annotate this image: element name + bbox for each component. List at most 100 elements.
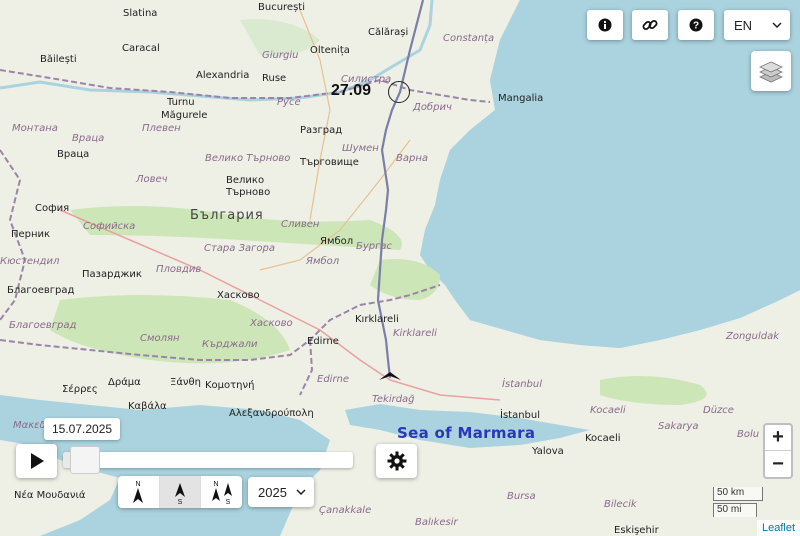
place-balikesir: Balıkesir bbox=[415, 517, 458, 528]
share-link-button[interactable] bbox=[632, 10, 668, 40]
place-stara-zagora: Стара Загора bbox=[204, 243, 275, 254]
place-kardzhali: Кърджали bbox=[202, 339, 258, 350]
place-edirne: Edirne bbox=[317, 374, 350, 385]
place-duzce: Düzce bbox=[703, 405, 734, 416]
place-kirklareli-city: Kırklareli bbox=[355, 314, 399, 325]
timeline-handle[interactable] bbox=[69, 446, 100, 474]
place-calarasi: Călărași bbox=[368, 27, 409, 38]
place-mangalia: Mangalia bbox=[498, 93, 544, 104]
place-smolyan: Смолян bbox=[140, 333, 180, 344]
zoom-in-button[interactable]: + bbox=[765, 425, 791, 451]
language-select[interactable]: EN bbox=[724, 10, 790, 40]
place-zonguldak: Zonguldak bbox=[726, 331, 780, 342]
settings-button[interactable] bbox=[376, 444, 417, 478]
place-vratsa-region: Враца bbox=[72, 133, 105, 144]
place-tekirdag: Tekirdağ bbox=[372, 394, 415, 405]
place-giurgiu: Giurgiu bbox=[262, 50, 299, 61]
place-burgas: Бургас bbox=[356, 241, 393, 252]
place-istanbul: İstanbul bbox=[500, 410, 541, 421]
year-select[interactable]: 2025 bbox=[248, 477, 314, 507]
place-pleven: Плевен bbox=[142, 123, 181, 134]
orientation-north-up[interactable]: N bbox=[118, 476, 160, 508]
place-slatina: Slatina bbox=[123, 8, 158, 19]
year-value: 2025 bbox=[258, 484, 287, 500]
help-button[interactable]: ? bbox=[678, 10, 714, 40]
place-istanbul-region: İstanbul bbox=[502, 379, 543, 390]
place-kocaeli: Kocaeli bbox=[585, 433, 621, 444]
place-pazardzhik: Пазарджик bbox=[82, 269, 142, 280]
place-xanthi: Ξάνθη bbox=[170, 377, 201, 388]
place-turnu: Turnu bbox=[167, 97, 195, 108]
place-blagoevgrad: Благоевград bbox=[9, 320, 77, 331]
place-yambol-city: Ямбол bbox=[320, 236, 354, 247]
place-veliko: Велико bbox=[226, 175, 265, 186]
attribution-link[interactable]: Leaflet bbox=[756, 520, 800, 536]
place-eskisehir: Eskişehir bbox=[614, 525, 659, 536]
chevron-down-icon bbox=[772, 22, 782, 28]
place-kocaeli-region: Kocaeli bbox=[590, 405, 626, 416]
current-position-circle[interactable] bbox=[388, 81, 410, 103]
play-icon bbox=[30, 453, 44, 469]
place-canakkale: Çanakkale bbox=[319, 505, 372, 516]
orientation-north-south[interactable]: N S bbox=[201, 476, 242, 508]
scale-mi: 50 mi bbox=[713, 503, 757, 517]
place-bailesti: Băilești bbox=[40, 54, 77, 65]
north-south-arrows-icon: N S bbox=[211, 481, 232, 505]
svg-text:?: ? bbox=[693, 21, 699, 32]
place-kyustendil: Кюстендил bbox=[0, 256, 60, 267]
place-bilecik: Bilecik bbox=[604, 499, 637, 510]
place-varna: Варна bbox=[396, 153, 429, 164]
chevron-down-icon bbox=[296, 489, 306, 495]
place-haskovo: Хасково bbox=[250, 318, 293, 329]
place-plovdiv: Пловдив bbox=[156, 264, 202, 275]
play-button[interactable] bbox=[16, 444, 57, 478]
place-bucuresti: București bbox=[258, 2, 305, 13]
place-magurele: Măgurele bbox=[161, 110, 208, 121]
place-sea-of-marmara: Sea of Marmara bbox=[397, 424, 536, 442]
place-caracal: Caracal bbox=[122, 43, 160, 54]
place-vratsa: Враца bbox=[57, 149, 90, 160]
place-yalova: Yalova bbox=[532, 446, 564, 457]
place-constanta: Constanța bbox=[443, 33, 495, 44]
svg-text:N: N bbox=[213, 481, 218, 488]
south-arrow-icon: S bbox=[175, 483, 185, 505]
info-icon bbox=[598, 18, 612, 32]
place-sakarya: Sakarya bbox=[658, 421, 699, 432]
place-pernik: Перник bbox=[11, 229, 51, 240]
place-shumen: Шумен bbox=[342, 143, 379, 154]
svg-text:S: S bbox=[225, 499, 230, 505]
place-ruse: Русе bbox=[277, 97, 301, 108]
place-alexandroupoli: Αλεξανδρούπολη bbox=[229, 408, 314, 419]
place-bursa: Bursa bbox=[507, 491, 536, 502]
place-sofia: София bbox=[35, 203, 70, 214]
orientation-label-s: S bbox=[178, 499, 183, 505]
place-alexandria: Alexandria bbox=[196, 70, 250, 81]
link-icon bbox=[642, 20, 658, 30]
place-veliko-tarnovo-region: Велико Търново bbox=[205, 153, 291, 164]
place-nea-moudania: Νέα Μουδανιά bbox=[14, 490, 86, 501]
orientation-label-n: N bbox=[136, 481, 141, 488]
place-dobrich: Добрич bbox=[413, 102, 452, 113]
place-yambol: Ямбол bbox=[306, 256, 340, 267]
place-montana: Монтана bbox=[12, 123, 58, 134]
place-bolu: Bolu bbox=[737, 429, 760, 440]
zoom-control: + − bbox=[763, 423, 793, 479]
zoom-out-button[interactable]: − bbox=[765, 451, 791, 477]
scale-km: 50 km bbox=[713, 487, 763, 501]
timeline-slider[interactable] bbox=[63, 446, 353, 474]
track-date-label: 27.09 bbox=[331, 82, 372, 99]
layers-icon bbox=[759, 61, 783, 83]
place-tarnovo: Търново bbox=[226, 187, 271, 198]
orientation-toggle: N S N S bbox=[118, 476, 242, 508]
timeline-date-chip: 15.07.2025 bbox=[44, 418, 121, 440]
north-arrow-icon: N bbox=[133, 481, 144, 503]
orientation-track-up[interactable]: S bbox=[159, 476, 202, 508]
info-button[interactable] bbox=[587, 10, 623, 40]
language-value: EN bbox=[734, 17, 753, 33]
place-sliven: Сливен bbox=[281, 219, 320, 230]
place-drama: Δράμα bbox=[108, 377, 141, 388]
place-lovech: Ловеч bbox=[136, 174, 168, 185]
layers-button[interactable] bbox=[751, 51, 791, 91]
place-kavala: Καβάλα bbox=[128, 401, 167, 412]
place-haskovo-city: Хасково bbox=[217, 290, 260, 301]
